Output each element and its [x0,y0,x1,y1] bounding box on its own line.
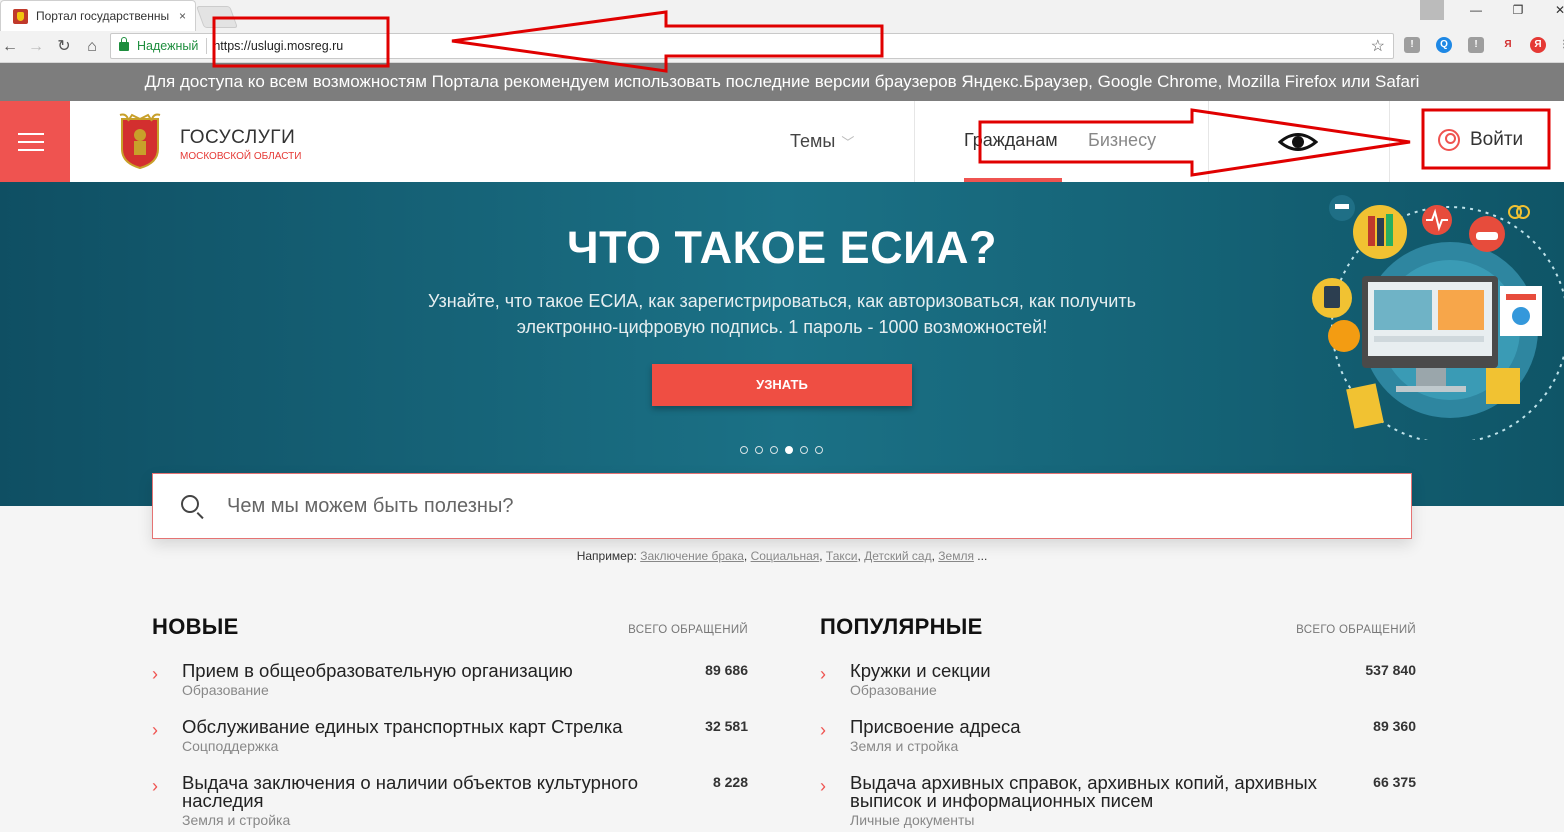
request-count: 89 360 [1373,718,1416,734]
examples-ellipsis: ... [977,549,988,563]
extension-search-icon[interactable]: Q [1436,37,1452,53]
carousel-dot[interactable] [800,446,808,454]
lock-icon [119,36,129,51]
chevron-right-icon: › [820,720,826,740]
secure-label: Надежный [137,39,199,53]
carousel-dot[interactable] [815,446,823,454]
carousel-dot[interactable] [740,446,748,454]
request-count: 537 840 [1365,662,1416,678]
header-divider [914,101,915,182]
tab-citizens[interactable]: Гражданам [964,130,1058,151]
tab-business[interactable]: Бизнесу [1088,130,1156,151]
example-link[interactable]: Такси [826,549,858,563]
example-link[interactable]: Социальная [751,549,820,563]
hero-description: Узнайте, что такое ЕСИА, как зарегистрир… [428,291,1136,337]
menu-line [18,141,44,143]
brand-subtitle: МОСКОВСКОЙ ОБЛАСТИ [180,151,302,162]
user-icon [1438,129,1460,151]
chevron-right-icon: › [152,664,158,684]
service-category: Образование [182,682,269,698]
total-requests-label: ВСЕГО ОБРАЩЕНИЙ [628,624,748,636]
url-text[interactable]: https://uslugi.mosreg.ru [213,39,343,53]
close-window-button[interactable]: ✕ [1540,0,1564,20]
example-link[interactable]: Заключение брака [640,549,744,563]
service-category: Земля и стройка [182,812,291,828]
carousel-dot[interactable] [785,446,793,454]
browser-tabstrip: Портал государственны × — ❐ ✕ [0,0,1564,31]
login-button[interactable]: Войти [1438,129,1523,151]
bookmark-star-icon[interactable]: ☆ [1371,36,1385,56]
new-tab-button[interactable] [195,6,239,28]
themes-label: Темы [790,131,836,151]
site-favicon-icon [13,8,28,24]
home-button[interactable]: ⌂ [82,37,102,57]
chevron-right-icon: › [820,664,826,684]
browser-tab[interactable]: Портал государственны × [0,0,196,31]
brand-title[interactable]: ГОСУСЛУГИ [180,127,295,149]
search-examples: Например: Заключение брака, Социальная, … [576,549,988,563]
menu-line [18,133,44,135]
popular-services-list: ПОПУЛЯРНЫЕ ВСЕГО ОБРАЩЕНИЙ › Кружки и се… [820,614,1416,828]
computer-services-illustration [1312,195,1564,440]
service-name[interactable]: Кружки и секции [850,661,1340,680]
total-requests-label: ВСЕГО ОБРАЩЕНИЙ [1296,624,1416,636]
themes-dropdown[interactable]: Темы ﹀ [790,131,854,152]
service-search-input[interactable]: Чем мы можем быть полезны? [152,473,1412,539]
login-label: Войти [1470,129,1524,150]
yandex-extension-icon[interactable]: Я [1500,37,1516,53]
accessibility-eye-icon[interactable] [1278,131,1318,153]
site-header: ГОСУСЛУГИ МОСКОВСКОЙ ОБЛАСТИ Темы ﹀ Гражд… [0,101,1564,182]
header-divider [1389,101,1390,182]
example-link[interactable]: Детский сад [864,549,931,563]
new-services-list: НОВЫЕ ВСЕГО ОБРАЩЕНИЙ › Прием в общеобра… [152,614,748,828]
hamburger-menu-button[interactable] [0,101,70,182]
chevron-right-icon: › [152,776,158,796]
menu-line [18,149,44,151]
service-name[interactable]: Выдача заключения о наличии объектов кул… [182,773,672,810]
maximize-button[interactable]: ❐ [1498,0,1538,20]
request-count: 89 686 [705,662,748,678]
example-link[interactable]: Земля [938,549,974,563]
minimize-button[interactable]: — [1456,0,1496,20]
service-category: Образование [850,682,937,698]
service-name[interactable]: Обслуживание единых транспортных карт Ст… [182,717,672,736]
tab-close-icon[interactable]: × [179,9,186,23]
address-bar[interactable]: Надежный https://uslugi.mosreg.ru ☆ [110,33,1394,59]
examples-prefix: Например: [576,549,637,563]
chevron-right-icon: › [820,776,826,796]
request-count: 32 581 [705,718,748,734]
coat-of-arms-logo-icon[interactable] [118,113,162,169]
reload-button[interactable]: ↻ [54,37,74,57]
search-placeholder: Чем мы можем быть полезны? [227,495,514,517]
browser-menu-icon[interactable]: ⋮ [1556,37,1564,53]
service-category: Личные документы [850,812,975,828]
service-name[interactable]: Выдача архивных справок, архивных копий,… [850,773,1340,810]
carousel-dot[interactable] [755,446,763,454]
profile-icon[interactable] [1420,0,1444,20]
service-category: Земля и стройка [850,738,959,754]
service-name[interactable]: Прием в общеобразовательную организацию [182,661,672,680]
extension-icon-1[interactable]: ! [1404,37,1420,53]
chevron-down-icon: ﹀ [841,135,855,150]
back-button[interactable]: ← [0,37,20,57]
browser-toolbar: ← → ↻ ⌂ Надежный https://uslugi.mosreg.r… [0,31,1564,63]
header-divider [1208,101,1209,182]
screenshot: Портал государственны × — ❐ ✕ ← → ↻ ⌂ На… [0,0,1564,832]
chevron-right-icon: › [152,720,158,740]
carousel-dot[interactable] [770,446,778,454]
extension-icon-3[interactable]: ! [1468,37,1484,53]
learn-more-button[interactable]: УЗНАТЬ [652,364,912,406]
forward-button[interactable]: → [26,37,46,57]
search-icon [181,495,199,513]
service-category: Соцподдержка [182,738,279,754]
tab-title: Портал государственны [36,9,170,23]
browser-recommendation-notice: Для доступа ко всем возможностям Портала… [0,63,1564,101]
request-count: 8 228 [712,774,748,790]
request-count: 66 375 [1373,774,1416,790]
yandex-red-extension-icon[interactable]: Я [1530,37,1546,53]
address-divider [206,38,208,54]
carousel-dots [740,446,823,454]
service-name[interactable]: Присвоение адреса [850,717,1340,736]
